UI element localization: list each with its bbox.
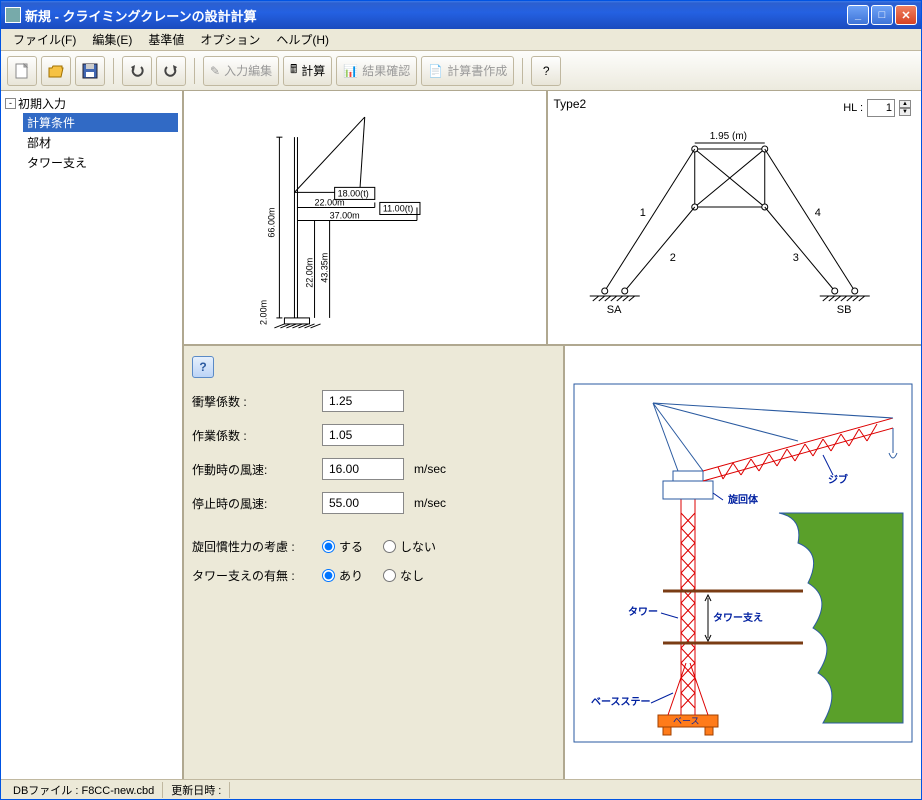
impact-input[interactable] [322,390,404,412]
tree-root-label[interactable]: 初期入力 [18,95,66,112]
svg-text:1.95 (m): 1.95 (m) [709,131,746,142]
status-update: 更新日時 : [163,782,230,798]
maximize-button[interactable]: □ [871,5,893,25]
hl-control: HL : ▲ ▼ [843,99,911,117]
wind-stop-input[interactable] [322,492,404,514]
svg-text:4: 4 [814,207,820,219]
report-button[interactable]: 📄計算書作成 [421,56,514,86]
svg-text:43.35m: 43.35m [320,253,330,283]
undo-button[interactable] [122,56,152,86]
svg-text:タワー支え: タワー支え [713,611,763,624]
inertia-yes-radio[interactable]: する [322,538,363,555]
toolbar: ✎入力編集 🖩計算 📊結果確認 📄計算書作成 ? [1,51,921,91]
tree-item-calc-cond[interactable]: 計算条件 [23,113,178,132]
inertia-label: 旋回慣性力の考慮 : [192,538,322,555]
form-inputs: ? 衝撃係数 : 作業係数 : 作動時の風速: m/sec [184,346,563,779]
close-button[interactable]: ✕ [895,5,917,25]
form-help-button[interactable]: ? [192,356,214,378]
menu-help[interactable]: ヘルプ(H) [268,29,337,50]
wind-op-unit: m/sec [414,462,446,476]
hl-input[interactable] [867,99,895,117]
svg-text:1: 1 [639,207,645,219]
tower-sup-no-radio[interactable]: なし [383,567,424,584]
tower-sup-yes-radio[interactable]: あり [322,567,363,584]
svg-text:22.00m: 22.00m [315,197,345,207]
calc-icon: 🖩 [290,60,297,81]
wind-stop-unit: m/sec [414,496,446,510]
svg-text:ベース: ベース [673,716,700,726]
menu-option[interactable]: オプション [192,29,268,50]
tree-toggle[interactable]: - [5,98,16,109]
calc-button[interactable]: 🖩計算 [283,56,332,86]
hl-spin-up[interactable]: ▲ [899,100,911,108]
result-button[interactable]: 📊結果確認 [336,56,417,86]
form-pane: ? 衝撃係数 : 作業係数 : 作動時の風速: m/sec [184,346,921,779]
report-icon: 📄 [428,64,443,78]
tower-sup-label: タワー支えの有無 : [192,567,322,584]
svg-text:SB: SB [836,304,851,316]
tree-pane: - 初期入力 計算条件 部材 タワー支え [1,91,184,779]
wind-op-input[interactable] [322,458,404,480]
svg-text:11.00(t): 11.00(t) [383,203,413,213]
window-title: 新規 - クライミングクレーンの設計計算 [25,6,847,25]
svg-text:2: 2 [669,252,675,264]
minimize-button[interactable]: _ [847,5,869,25]
menu-file[interactable]: ファイル(F) [5,29,84,50]
svg-text:タワー: タワー [628,606,658,618]
redo-button[interactable] [156,56,186,86]
open-button[interactable] [41,56,71,86]
right-area: 18.00(t) 11.00(t) 22.00m 37.00m 66.00m [184,91,921,779]
svg-text:2.00m: 2.00m [258,300,268,325]
svg-text:旋回体: 旋回体 [727,493,759,506]
svg-text:ジブ: ジブ [828,473,848,486]
work-label: 作業係数 : [192,427,322,444]
toolbar-help-button[interactable]: ? [531,56,561,86]
new-button[interactable] [7,56,37,86]
status-db: DBファイル : F8CC-new.cbd [5,782,163,798]
menubar: ファイル(F) 編集(E) 基準値 オプション ヘルプ(H) [1,29,921,51]
app-icon [5,7,21,23]
tree-item-member[interactable]: 部材 [23,133,178,152]
impact-label: 衝撃係数 : [192,393,322,410]
crane-illustration: ベース ベースステー [563,346,921,779]
result-icon: 📊 [343,64,358,78]
svg-text:ベースステー: ベースステー [591,696,651,708]
svg-text:37.00m: 37.00m [330,211,360,221]
menu-base[interactable]: 基準値 [140,29,192,50]
hl-spin-down[interactable]: ▼ [899,108,911,116]
svg-text:SA: SA [606,304,621,316]
tree-item-tower-support[interactable]: タワー支え [23,153,178,172]
inertia-no-radio[interactable]: しない [383,538,436,555]
svg-text:66.00m: 66.00m [266,208,276,238]
statusbar: DBファイル : F8CC-new.cbd 更新日時 : [1,779,921,799]
titlebar: 新規 - クライミングクレーンの設計計算 _ □ ✕ [1,1,921,29]
svg-text:22.00m: 22.00m [305,258,315,288]
crane-elevation-diagram: 18.00(t) 11.00(t) 22.00m 37.00m 66.00m [184,91,548,344]
input-edit-button[interactable]: ✎入力編集 [203,56,279,86]
hl-label: HL : [843,102,863,114]
support-type-diagram: Type2 HL : ▲ ▼ 1.95 (m) [548,91,922,344]
app-window: 新規 - クライミングクレーンの設計計算 _ □ ✕ ファイル(F) 編集(E)… [0,0,922,800]
save-button[interactable] [75,56,105,86]
work-input[interactable] [322,424,404,446]
main-area: - 初期入力 計算条件 部材 タワー支え [1,91,921,779]
diagrams-row: 18.00(t) 11.00(t) 22.00m 37.00m 66.00m [184,91,921,346]
input-edit-icon: ✎ [210,64,220,78]
menu-edit[interactable]: 編集(E) [84,29,140,50]
wind-stop-label: 停止時の風速: [192,495,322,512]
svg-text:3: 3 [792,252,798,264]
wind-op-label: 作動時の風速: [192,461,322,478]
